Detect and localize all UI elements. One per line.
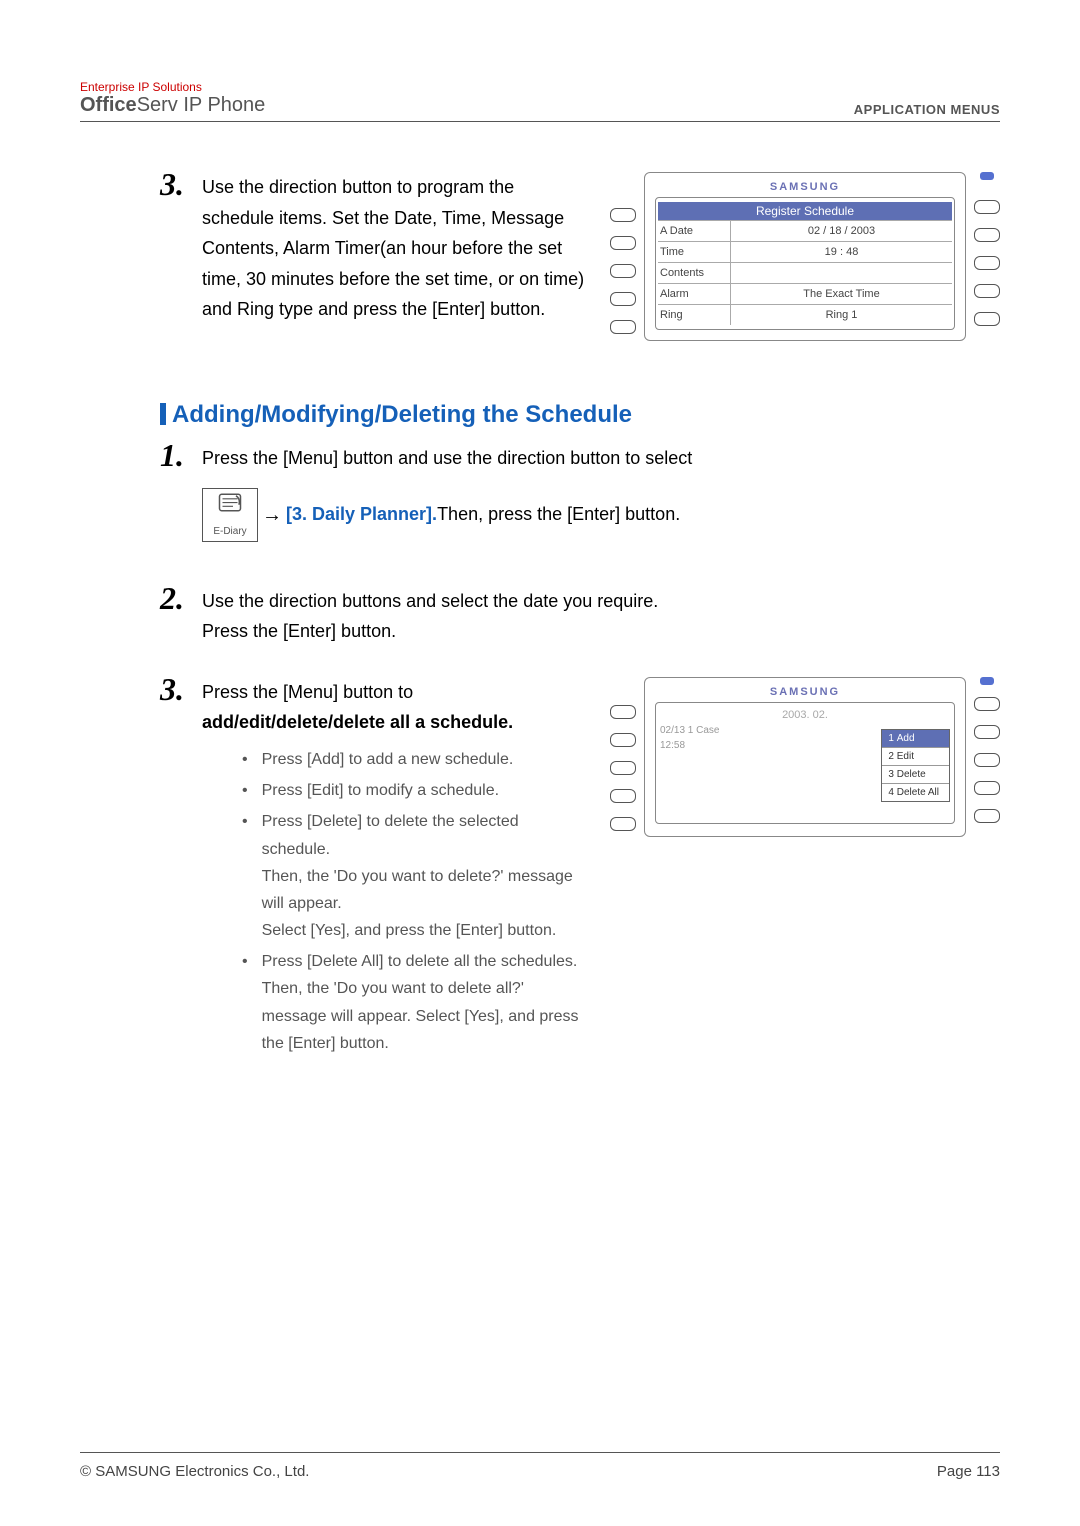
bullet-edit: Press [Edit] to modify a schedule. — [262, 777, 499, 804]
hardkey-right-3[interactable] — [974, 256, 1000, 270]
hardkey2-left-3[interactable] — [610, 761, 636, 775]
popup-menu: 1 Add 2 Edit 3 Delete 4 Delete All — [881, 729, 950, 802]
menu-item-delete-all[interactable]: 4 Delete All — [882, 784, 949, 801]
phone-title-bar: Register Schedule — [658, 202, 952, 220]
step-3a-text: Use the direction button to program the … — [202, 172, 590, 325]
hardkey2-right-2[interactable] — [974, 725, 1000, 739]
hardkey-left-3[interactable] — [610, 264, 636, 278]
step-number-2: 2. — [160, 582, 184, 614]
hardkey2-right-1[interactable] — [974, 697, 1000, 711]
page-number: Page 113 — [937, 1463, 1000, 1480]
step1-line: Press the [Menu] button and use the dire… — [202, 443, 1000, 474]
copyright: © SAMSUNG Electronics Co., Ltd. — [80, 1463, 309, 1480]
menu-item-edit[interactable]: 2 Edit — [882, 748, 949, 766]
menu-item-add[interactable]: 1 Add — [882, 730, 949, 748]
brand-tagline: Enterprise IP Solutions — [80, 80, 265, 94]
hardkey-left-4[interactable] — [610, 292, 636, 306]
phone-brand: SAMSUNG — [655, 181, 955, 193]
brand-block: Enterprise IP Solutions OfficeServ IP Ph… — [80, 80, 265, 117]
field-alarm[interactable]: The Exact Time — [731, 284, 952, 304]
hardkey2-right-3[interactable] — [974, 753, 1000, 767]
step3-lead2: add/edit/delete/delete all a schedule. — [202, 707, 590, 738]
bullet-delete: Press [Delete] to delete the selected sc… — [262, 808, 590, 944]
status-led — [980, 172, 994, 180]
product-name: OfficeServ IP Phone — [80, 94, 265, 117]
hardkey2-left-5[interactable] — [610, 817, 636, 831]
field-ring[interactable]: Ring 1 — [731, 305, 952, 325]
menu-item-delete[interactable]: 3 Delete — [882, 766, 949, 784]
hardkey2-right-5[interactable] — [974, 809, 1000, 823]
hardkey2-left-4[interactable] — [610, 789, 636, 803]
hardkey-right-4[interactable] — [974, 284, 1000, 298]
step-number-3a: 3. — [160, 168, 184, 200]
field-date[interactable]: 02 / 18 / 2003 — [731, 221, 952, 241]
hardkey-right-5[interactable] — [974, 312, 1000, 326]
hardkey-left-5[interactable] — [610, 320, 636, 334]
hardkey2-left-2[interactable] — [610, 733, 636, 747]
bullet-add: Press [Add] to add a new schedule. — [262, 746, 514, 773]
arrow-icon: → — [262, 498, 282, 532]
phone-schedule-menu: SAMSUNG 2003. 02. 02/13 1 Case 12:58 1 A… — [610, 677, 1000, 837]
hardkey2-right-4[interactable] — [974, 781, 1000, 795]
hardkey2-left-1[interactable] — [610, 705, 636, 719]
bullet-delete-all: Press [Delete All] to delete all the sch… — [262, 948, 590, 1057]
hardkey-left-1[interactable] — [610, 208, 636, 222]
step3-lead1: Press the [Menu] button to — [202, 677, 590, 708]
phone2-year: 2003. 02. — [658, 707, 952, 723]
step-number-1: 1. — [160, 439, 184, 471]
header-section-label: APPLICATION MENUS — [854, 102, 1000, 117]
page-header: Enterprise IP Solutions OfficeServ IP Ph… — [80, 80, 1000, 122]
page-footer: © SAMSUNG Electronics Co., Ltd. Page 113 — [80, 1452, 1000, 1480]
hardkey-right-2[interactable] — [974, 228, 1000, 242]
field-time[interactable]: 19 : 48 — [731, 242, 952, 262]
phone-register-schedule: SAMSUNG Register Schedule A Date02 / 18 … — [610, 172, 1000, 341]
phone2-brand: SAMSUNG — [655, 686, 955, 698]
field-contents[interactable] — [731, 263, 952, 283]
hardkey-left-2[interactable] — [610, 236, 636, 250]
step-number-3b: 3. — [160, 673, 184, 705]
step2-line1: Use the direction buttons and select the… — [202, 586, 1000, 617]
status-led-2 — [980, 677, 994, 685]
hardkey-right-1[interactable] — [974, 200, 1000, 214]
step2-line2: Press the [Enter] button. — [202, 616, 1000, 647]
daily-planner-item: [3. Daily Planner]. — [286, 499, 437, 530]
ediary-icon: E-Diary — [202, 488, 258, 542]
section-heading: Adding/Modifying/Deleting the Schedule — [160, 401, 1000, 429]
